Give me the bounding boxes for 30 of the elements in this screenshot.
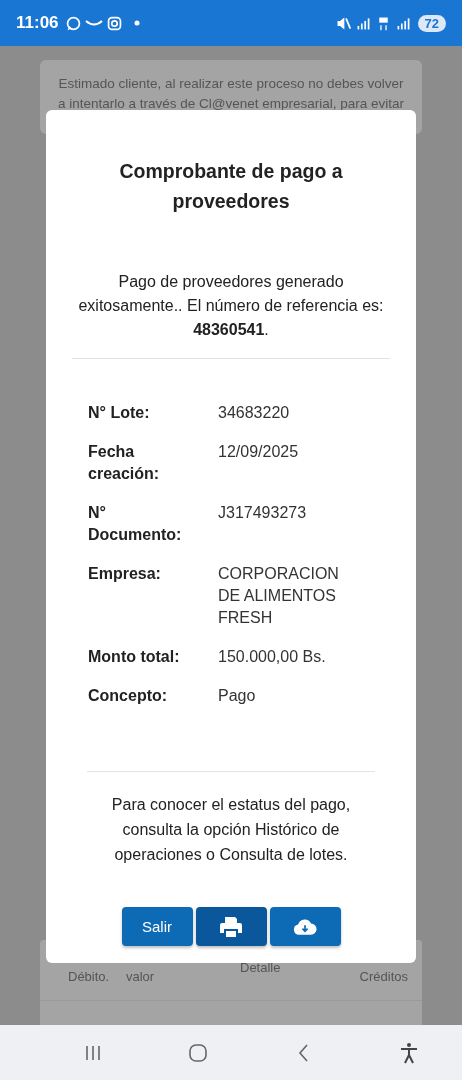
column-header: valor — [126, 969, 155, 984]
chat-bubble-icon — [64, 14, 82, 32]
field-label: N° Documento: — [88, 503, 183, 545]
download-button[interactable] — [269, 907, 341, 946]
field-label: N° Lote: — [88, 403, 151, 423]
clock-time: 11:06 — [16, 13, 59, 33]
success-message: Pago de proveedores generado exitosamente.. El número de referencia es: 48360541. — [77, 272, 385, 340]
camera-icon — [105, 14, 123, 32]
field-value: CORPORACION DE ALIMENTOS FRESH — [218, 564, 340, 628]
field-value: 12/09/2025 — [218, 442, 300, 462]
field-value: J317493273 — [218, 503, 308, 523]
field-label: Empresa: — [88, 564, 162, 584]
exit-button[interactable]: Salir — [121, 907, 193, 946]
field-value: 34683220 — [218, 403, 291, 423]
field-value: 150.000,00 Bs. — [218, 647, 327, 667]
info-text: Para conocer el estatus del pago, consulta la opción Histórico de operaciones o Consulta de lotes. — [110, 795, 352, 865]
field-value: Pago — [218, 686, 257, 706]
smile-curve-icon — [84, 20, 103, 26]
column-header: Créditos — [359, 969, 408, 984]
printer-icon — [219, 916, 243, 937]
notification-dot-icon — [133, 20, 140, 26]
column-header: Débito. — [68, 969, 110, 984]
field-label: Fecha creación: — [88, 442, 161, 484]
battery-level: 72 — [417, 14, 446, 32]
notice-text: Estimado cliente, al realizar este proceso no debes volver a intentarlo a través de Cl@venet empresarial, para evitar — [56, 75, 406, 113]
field-label: Concepto: — [88, 686, 169, 706]
print-button[interactable] — [195, 907, 267, 946]
column-header: Detalle — [240, 960, 281, 975]
field-label: Monto total: — [88, 647, 181, 667]
dialog-title: Comprobante de pago a proveedores — [118, 159, 344, 214]
